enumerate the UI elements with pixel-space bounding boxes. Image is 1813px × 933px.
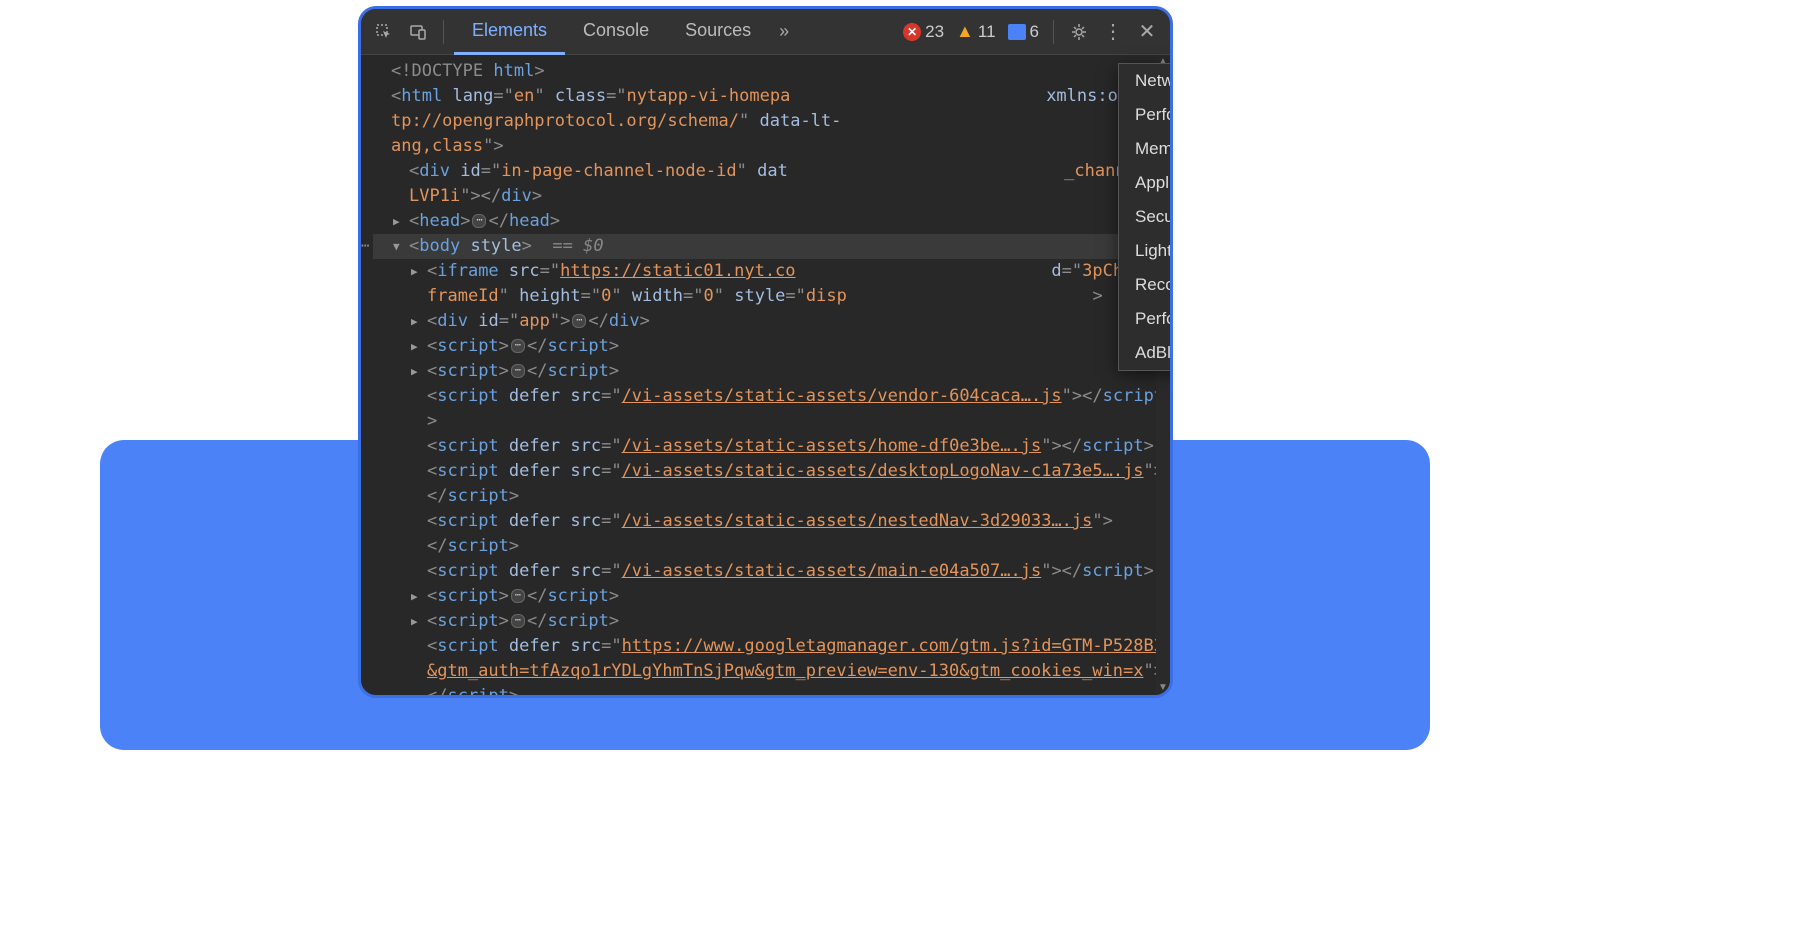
- overflow-menu: Network Performance Memory Application S…: [1118, 63, 1173, 371]
- kebab-menu-icon[interactable]: ⋮: [1098, 17, 1128, 47]
- expand-arrow-icon[interactable]: ▶: [411, 609, 418, 634]
- errors-count: 23: [925, 22, 944, 42]
- more-tabs-icon[interactable]: »: [769, 17, 799, 47]
- panel-tabs: Elements Console Sources »: [454, 9, 799, 55]
- ellipsis-icon[interactable]: ⋯: [472, 214, 486, 228]
- dom-node[interactable]: <script defer src="/vi-assets/static-ass…: [373, 559, 1170, 584]
- info-icon: [1008, 24, 1026, 40]
- settings-icon[interactable]: [1064, 17, 1094, 47]
- warnings-badge[interactable]: ▲ 11: [952, 21, 999, 42]
- dom-node[interactable]: <script defer src="/vi-assets/static-ass…: [373, 384, 1170, 434]
- dom-node[interactable]: ▶<iframe src="https://static01.nyt.co d=…: [373, 259, 1170, 309]
- ellipsis-icon[interactable]: ⋯: [572, 314, 586, 328]
- info-count: 6: [1030, 22, 1039, 42]
- info-badge[interactable]: 6: [1004, 22, 1043, 42]
- menu-item-application[interactable]: Application: [1119, 166, 1173, 200]
- dom-node[interactable]: <script defer src="/vi-assets/static-ass…: [373, 509, 1170, 559]
- ellipsis-icon[interactable]: ⋯: [511, 589, 525, 603]
- ellipsis-icon[interactable]: ⋯: [511, 339, 525, 353]
- menu-item-perf-insights[interactable]: Performance insights: [1119, 302, 1173, 336]
- expand-arrow-icon[interactable]: ▶: [411, 359, 418, 384]
- dom-node[interactable]: <script defer src="/vi-assets/static-ass…: [373, 459, 1170, 509]
- dom-node[interactable]: ▶<script>⋯</script>: [373, 584, 1170, 609]
- dom-node[interactable]: <script defer src="https://www.googletag…: [373, 634, 1170, 695]
- dom-node-selected[interactable]: ⋯▼<body style> == $0: [373, 234, 1170, 259]
- tab-console[interactable]: Console: [565, 9, 667, 55]
- menu-item-recorder[interactable]: Recorder: [1119, 268, 1173, 302]
- error-icon: ✕: [903, 23, 921, 41]
- menu-item-security[interactable]: Security: [1119, 200, 1173, 234]
- expand-arrow-icon[interactable]: ▶: [393, 209, 400, 234]
- expand-arrow-icon[interactable]: ▶: [411, 259, 418, 284]
- tab-sources[interactable]: Sources: [667, 9, 769, 55]
- menu-item-performance[interactable]: Performance: [1119, 98, 1173, 132]
- dom-node[interactable]: ▶<script>⋯</script>: [373, 359, 1170, 384]
- collapse-arrow-icon[interactable]: ▼: [393, 234, 400, 259]
- dom-node[interactable]: <div id="in-page-channel-node-id" dat _c…: [373, 159, 1170, 209]
- dom-node[interactable]: <script defer src="/vi-assets/static-ass…: [373, 434, 1170, 459]
- close-icon[interactable]: ✕: [1132, 17, 1162, 47]
- warnings-count: 11: [978, 22, 996, 42]
- dom-node[interactable]: ▶<script>⋯</script>: [373, 609, 1170, 634]
- expand-arrow-icon[interactable]: ▶: [411, 584, 418, 609]
- ellipsis-icon[interactable]: ⋯: [511, 364, 525, 378]
- dom-node[interactable]: <html lang="en" class="nytapp-vi-homepa …: [373, 84, 1170, 159]
- separator: [443, 20, 444, 44]
- devtools-toolbar: Elements Console Sources » ✕ 23 ▲ 11 6: [361, 9, 1170, 55]
- menu-item-network[interactable]: Network: [1119, 64, 1173, 98]
- errors-badge[interactable]: ✕ 23: [899, 22, 948, 42]
- dom-node[interactable]: ▶<head>⋯</head>: [373, 209, 1170, 234]
- separator: [1053, 20, 1054, 44]
- toolbar-status: ✕ 23 ▲ 11 6 ⋮ ✕: [899, 17, 1162, 47]
- menu-item-adblock[interactable]: AdBlock: [1119, 336, 1173, 370]
- dom-node[interactable]: ▶<script>⋯</script>: [373, 334, 1170, 359]
- devtools-panel: Elements Console Sources » ✕ 23 ▲ 11 6: [358, 6, 1173, 698]
- menu-item-lighthouse[interactable]: Lighthouse: [1119, 234, 1173, 268]
- console-ref: == $0: [552, 236, 603, 256]
- menu-item-memory[interactable]: Memory: [1119, 132, 1173, 166]
- expand-arrow-icon[interactable]: ▶: [411, 334, 418, 359]
- dom-node[interactable]: ▶<div id="app">⋯</div>: [373, 309, 1170, 334]
- expand-arrow-icon[interactable]: ▶: [411, 309, 418, 334]
- warning-icon: ▲: [956, 21, 974, 42]
- device-toggle-icon[interactable]: [403, 17, 433, 47]
- gutter-dots: ⋯: [361, 234, 368, 259]
- ellipsis-icon[interactable]: ⋯: [511, 614, 525, 628]
- scroll-down-icon[interactable]: ▼: [1156, 681, 1170, 695]
- dom-node[interactable]: <!DOCTYPE html>: [373, 59, 1170, 84]
- inspect-icon[interactable]: [369, 17, 399, 47]
- elements-tree[interactable]: <!DOCTYPE html> <html lang="en" class="n…: [361, 55, 1170, 695]
- tab-elements[interactable]: Elements: [454, 9, 565, 55]
